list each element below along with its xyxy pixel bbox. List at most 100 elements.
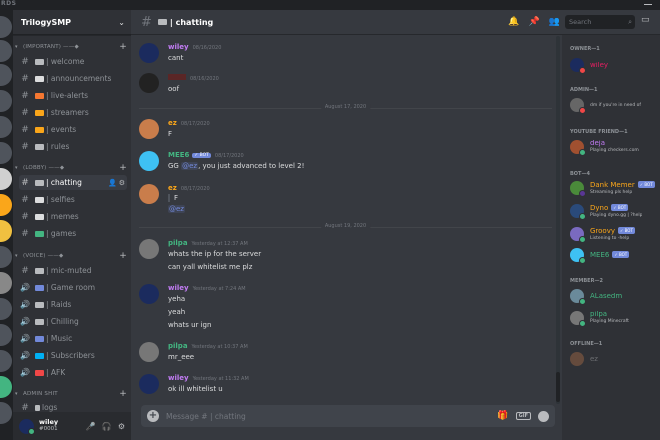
scrollbar-track[interactable]: [556, 36, 560, 404]
server-icon[interactable]: [0, 64, 12, 86]
channel-settings-icons[interactable]: 👤⚙: [108, 179, 127, 187]
voice-channel-music[interactable]: 🔊 | Music: [19, 331, 127, 346]
member-item[interactable]: deja Playing checkers.com: [570, 138, 658, 156]
member-name: Dyno ✓ BOT: [590, 203, 642, 212]
category-important[interactable]: ▾ (IMPORTANT) ——◆ +: [15, 41, 127, 53]
chevron-down-icon[interactable]: ⌄: [118, 18, 125, 27]
minimize-icon[interactable]: [644, 4, 652, 5]
server-icon[interactable]: [0, 272, 12, 294]
headphones-icon[interactable]: 🎧: [102, 422, 112, 431]
pin-icon[interactable]: 📌: [529, 17, 540, 27]
member-item[interactable]: wiley: [570, 56, 658, 74]
speaker-icon: 🔊: [20, 334, 30, 343]
channel-streamers[interactable]: # | streamers: [19, 105, 127, 120]
voice-channel-game-room[interactable]: 🔊 | Game room: [19, 280, 127, 295]
channel-welcome[interactable]: # | welcome: [19, 54, 127, 69]
member-item[interactable]: ez: [570, 350, 658, 368]
channel-games[interactable]: # | games: [19, 226, 127, 241]
server-icon[interactable]: [0, 298, 12, 320]
message-composer[interactable]: + Message # | chatting 🎁 GIF: [141, 405, 555, 427]
message-author[interactable]: wiley: [168, 374, 189, 382]
avatar[interactable]: [19, 418, 35, 435]
channel-rules[interactable]: # | rules: [19, 139, 127, 154]
message-author[interactable]: pilpa: [168, 342, 188, 350]
channel-logs[interactable]: # logs: [19, 400, 127, 413]
server-icon[interactable]: [0, 324, 12, 346]
channel-announcements[interactable]: # | announcements: [19, 71, 127, 86]
message-author[interactable]: ez: [168, 119, 177, 127]
avatar[interactable]: [139, 239, 159, 259]
server-icon[interactable]: [0, 116, 12, 138]
member-item[interactable]: pilpa Playing Minecraft: [570, 309, 658, 327]
avatar[interactable]: [139, 119, 159, 139]
channel-live-alerts[interactable]: # | live-alerts: [19, 88, 127, 103]
avatar[interactable]: [139, 73, 159, 93]
scrollbar-thumb[interactable]: [556, 372, 560, 402]
channel-selfies[interactable]: # | selfies: [19, 192, 127, 207]
message-author[interactable]: [168, 74, 186, 80]
mention[interactable]: @ez: [168, 205, 185, 213]
members-icon[interactable]: 👥: [549, 17, 560, 27]
voice-channel-afk[interactable]: 🔊 | AFK: [19, 365, 127, 380]
server-icon[interactable]: [0, 16, 12, 38]
avatar[interactable]: [139, 184, 159, 204]
server-icon[interactable]: [0, 246, 12, 268]
message-input[interactable]: Message # | chatting: [166, 412, 246, 421]
server-header[interactable]: TrilogySMP ⌄: [13, 10, 131, 35]
server-icon[interactable]: [0, 168, 12, 190]
member-name-text: Groovy: [590, 226, 615, 235]
voice-channel-subscribers[interactable]: 🔊 | Subscribers: [19, 348, 127, 363]
member-item[interactable]: Dyno ✓ BOT Playing dyno.gg | ?help: [570, 202, 658, 220]
message-author[interactable]: pilpa: [168, 239, 188, 247]
mention[interactable]: @ez: [181, 162, 199, 170]
microphone-icon[interactable]: 🎤: [86, 422, 96, 431]
message-author[interactable]: MEE6: [168, 151, 189, 159]
server-icon[interactable]: [0, 194, 12, 216]
add-channel-icon[interactable]: +: [119, 389, 127, 399]
member-item[interactable]: MEE6 ✓ BOT: [570, 246, 658, 264]
channel-mic-muted[interactable]: # | mic-muted: [19, 263, 127, 278]
bell-icon[interactable]: 🔔: [508, 17, 519, 27]
inbox-icon[interactable]: ▭: [641, 15, 650, 25]
avatar[interactable]: [139, 151, 159, 171]
server-icon[interactable]: [0, 350, 12, 372]
message-text-part: , you just advanced to level 2!: [198, 162, 305, 170]
voice-channel-chilling[interactable]: 🔊 | Chilling: [19, 314, 127, 329]
category-admin[interactable]: ▾ ADMIN SHIT +: [15, 388, 127, 400]
message-author[interactable]: wiley: [168, 43, 189, 51]
server-icon[interactable]: [0, 90, 12, 112]
add-channel-icon[interactable]: +: [119, 251, 127, 261]
add-channel-icon[interactable]: +: [119, 163, 127, 173]
emoji-icon[interactable]: [538, 410, 549, 422]
category-lobby[interactable]: ▾ (LOBBY) ——◆ +: [15, 162, 127, 174]
avatar[interactable]: [139, 374, 159, 394]
channel-memes[interactable]: # | memes: [19, 209, 127, 224]
avatar[interactable]: [139, 284, 159, 304]
voice-channel-raids[interactable]: 🔊 | Raids: [19, 297, 127, 312]
gear-icon[interactable]: ⚙: [118, 422, 125, 431]
member-item[interactable]: Dank Memer ✓ BOT Streaming pls help: [570, 179, 658, 197]
chevron-down-icon: ▾: [15, 253, 18, 259]
avatar[interactable]: [139, 43, 159, 63]
gift-icon[interactable]: 🎁: [497, 411, 508, 421]
composer-placeholder: Message #: [166, 411, 208, 421]
member-name: deja: [590, 140, 605, 147]
search-input[interactable]: Search ⌕: [565, 15, 635, 29]
avatar[interactable]: [139, 342, 159, 362]
message-author[interactable]: wiley: [168, 284, 189, 292]
member-item[interactable]: dm if you're in need of: [570, 96, 658, 114]
add-channel-icon[interactable]: +: [119, 42, 127, 52]
server-icon[interactable]: [0, 402, 12, 424]
upload-plus-icon[interactable]: +: [147, 410, 159, 422]
message-author[interactable]: ez: [168, 184, 177, 192]
channel-chatting[interactable]: # | chatting 👤⚙: [19, 175, 127, 190]
server-icon[interactable]: [0, 220, 12, 242]
server-icon[interactable]: [0, 376, 12, 398]
member-item[interactable]: Groovy ✓ BOT Listening to -help: [570, 225, 658, 243]
channel-events[interactable]: # | events: [19, 122, 127, 137]
server-icon[interactable]: [0, 40, 12, 62]
member-item[interactable]: ALasedm: [570, 287, 658, 305]
category-voice[interactable]: ▾ (VOICE) ——◆ +: [15, 250, 127, 262]
gif-button[interactable]: GIF: [515, 412, 531, 420]
server-icon[interactable]: [0, 142, 12, 164]
